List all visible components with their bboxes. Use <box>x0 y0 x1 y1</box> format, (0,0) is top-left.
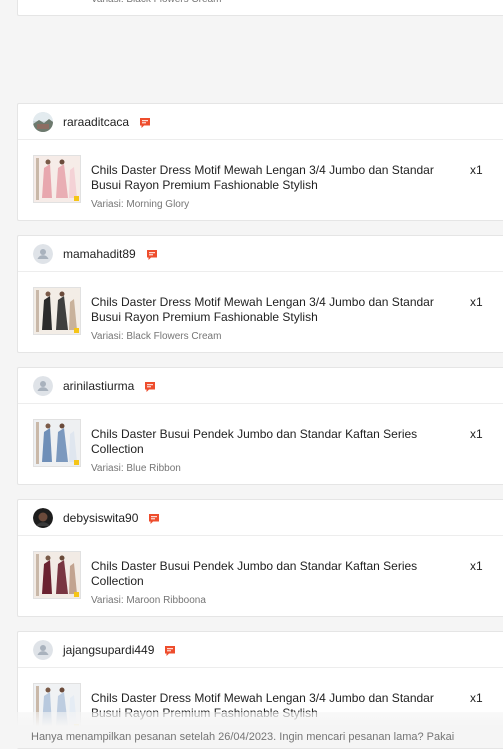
order-item[interactable]: Chils Daster Dress Motif Mewah Lengan 3/… <box>18 272 503 352</box>
buyer-username[interactable]: debysiswita90 <box>63 511 138 525</box>
shop-header[interactable]: arinilastiurma <box>18 368 503 404</box>
variant-label: Variasi: Black Flowers Cream <box>91 331 222 342</box>
footer-note: Hanya menampilkan pesanan setelah 26/04/… <box>31 731 455 743</box>
quantity: x1 <box>470 295 483 309</box>
order-item[interactable]: Chils Daster Dress Motif Mewah Lengan 3/… <box>18 140 503 220</box>
product-thumbnail[interactable] <box>33 551 81 599</box>
quantity: x1 <box>470 427 483 441</box>
order-card: Chils Daster Dress Motif Mewah Lengan 3/… <box>17 0 503 16</box>
shop-header[interactable]: debysiswita90 <box>18 500 503 536</box>
variant-label: Variasi: Black Flowers Cream <box>91 0 221 5</box>
buyer-username[interactable]: raraaditcaca <box>63 115 129 129</box>
buyer-avatar[interactable] <box>33 639 53 660</box>
shop-header[interactable]: raraaditcaca <box>18 104 503 140</box>
order-item[interactable]: Chils Daster Dress Motif Mewah Lengan 3/… <box>18 0 503 15</box>
variant-label: Variasi: Maroon Ribboona <box>91 595 206 606</box>
chat-icon[interactable] <box>146 248 158 260</box>
order-card: debysiswita90 Chils Daster Busui Pendek J… <box>17 499 503 617</box>
chat-icon[interactable] <box>139 116 151 128</box>
product-title[interactable]: Chils Daster Busui Pendek Jumbo dan Stan… <box>91 559 466 589</box>
shop-header[interactable]: jajangsupardi449 <box>18 632 503 668</box>
chat-icon[interactable] <box>144 380 156 392</box>
quantity: x1 <box>470 691 483 705</box>
buyer-username[interactable]: mamahadit89 <box>63 247 136 261</box>
buyer-avatar[interactable] <box>33 375 53 396</box>
shop-header[interactable]: mamahadit89 <box>18 236 503 272</box>
quantity: x1 <box>470 163 483 177</box>
product-thumbnail[interactable] <box>33 287 81 335</box>
product-title[interactable]: Chils Daster Dress Motif Mewah Lengan 3/… <box>91 295 466 325</box>
order-card: mamahadit89 Chils Daster Dress Motif Mewa… <box>17 235 503 353</box>
variant-label: Variasi: Morning Glory <box>91 199 190 210</box>
product-thumbnail[interactable] <box>33 155 81 203</box>
chat-icon[interactable] <box>164 644 176 656</box>
buyer-avatar[interactable] <box>33 243 53 264</box>
buyer-username[interactable]: jajangsupardi449 <box>63 643 154 657</box>
product-title[interactable]: Chils Daster Busui Pendek Jumbo dan Stan… <box>91 427 466 457</box>
order-item[interactable]: Chils Daster Busui Pendek Jumbo dan Stan… <box>18 536 503 616</box>
order-card: raraaditcaca Chils Daster Dress Motif Mew… <box>17 103 503 221</box>
order-item[interactable]: Chils Daster Busui Pendek Jumbo dan Stan… <box>18 404 503 484</box>
buyer-username[interactable]: arinilastiurma <box>63 379 134 393</box>
chat-icon[interactable] <box>148 512 160 524</box>
order-card: arinilastiurma Chils Daster Busui Pendek … <box>17 367 503 485</box>
product-title[interactable]: Chils Daster Dress Motif Mewah Lengan 3/… <box>91 163 466 193</box>
variant-label: Variasi: Blue Ribbon <box>91 463 181 474</box>
buyer-avatar[interactable] <box>33 111 53 132</box>
buyer-avatar[interactable] <box>33 507 53 528</box>
quantity: x1 <box>470 559 483 573</box>
product-thumbnail[interactable] <box>33 419 81 467</box>
